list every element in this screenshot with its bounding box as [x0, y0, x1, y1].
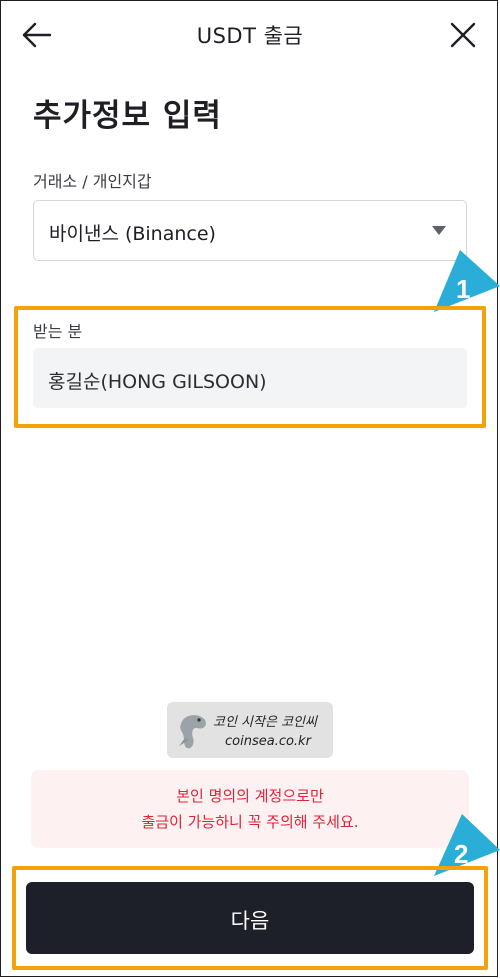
exchange-select[interactable]: 바이낸스 (Binance): [33, 200, 467, 261]
warning-notice: 본인 명의의 계정으로만 출금이 가능하니 꼭 주의해 주세요.: [31, 770, 469, 848]
recipient-name-value: 홍길순(HONG GILSOON): [48, 371, 267, 393]
watermark-slogan: 코인 시작은 코인씨: [213, 715, 317, 730]
close-icon: [450, 22, 476, 48]
recipient-label: 받는 분: [33, 322, 83, 341]
exchange-selected-value: 바이낸스 (Binance): [49, 223, 216, 245]
next-button-label: 다음: [230, 909, 270, 933]
exchange-label: 거래소 / 개인지갑: [33, 172, 152, 191]
callout-1: 1: [434, 250, 500, 312]
recipient-name-field: 홍길순(HONG GILSOON): [33, 348, 467, 408]
header-title: USDT 출금: [196, 24, 304, 48]
callout-2-number: 2: [454, 839, 468, 869]
header: USDT 출금: [0, 0, 500, 70]
close-button[interactable]: [446, 18, 480, 52]
watermark-badge: 코인 시작은 코인씨 coinsea.co.kr: [167, 702, 333, 758]
dolphin-logo-icon: [179, 715, 206, 749]
watermark-url: coinsea.co.kr: [225, 734, 311, 749]
notice-line-2: 출금이 가능하니 꼭 주의해 주세요.: [141, 813, 359, 831]
notice-line-1: 본인 명의의 계정으로만: [176, 787, 324, 805]
chevron-down-icon: [432, 226, 446, 235]
callout-1-number: 1: [456, 274, 470, 304]
next-button[interactable]: 다음: [26, 882, 474, 954]
page-title: 추가정보 입력: [33, 98, 222, 134]
